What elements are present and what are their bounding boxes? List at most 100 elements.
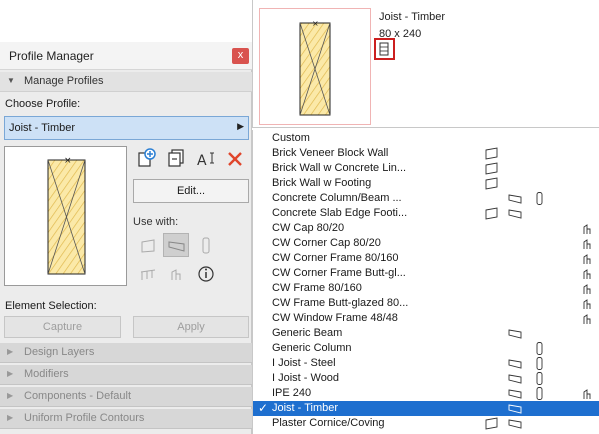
- profile-name: CW Corner Cap 80/20: [272, 237, 381, 249]
- beam-icon: [508, 417, 522, 430]
- curtain-wall-icon: [171, 269, 181, 280]
- profile-name: Brick Wall w Concrete Lin...: [272, 162, 407, 174]
- profile-list-item[interactable]: Plaster Cornice/Coving: [253, 416, 599, 431]
- profile-list-item[interactable]: IPE 240: [253, 386, 599, 401]
- profile-name: Brick Wall w Footing: [272, 177, 372, 189]
- popup-profile-name: Joist - Timber: [379, 11, 446, 23]
- profile-list-item[interactable]: Generic Column: [253, 341, 599, 356]
- profile-list-item[interactable]: CW Corner Frame Butt-gl...: [253, 266, 599, 281]
- profile-list-item[interactable]: ✓ Joist - Timber: [253, 401, 599, 416]
- profile-name: Plaster Cornice/Coving: [272, 417, 385, 429]
- profile-list-item[interactable]: Generic Beam: [253, 326, 599, 341]
- column-icon: [533, 387, 547, 400]
- checkmark-icon: ✓: [258, 401, 269, 415]
- new-profile-icon[interactable]: [136, 148, 156, 168]
- beam-icon: [168, 241, 185, 252]
- use-with-wall-toggle[interactable]: [135, 234, 161, 258]
- beam-icon: [508, 357, 522, 370]
- profile-type-indicator: [374, 38, 395, 60]
- profile-name: Concrete Slab Edge Footi...: [272, 207, 408, 219]
- beam-icon: [508, 372, 522, 385]
- beam-icon: [508, 387, 522, 400]
- curtain-icon: [580, 237, 594, 250]
- wall-icon: [141, 239, 155, 253]
- modifiers-header[interactable]: ▶ Modifiers: [0, 365, 252, 385]
- profile-list-item[interactable]: Brick Wall w Concrete Lin...: [253, 161, 599, 176]
- profile-list-item[interactable]: CW Corner Cap 80/20: [253, 236, 599, 251]
- profile-list-item[interactable]: CW Window Frame 48/48: [253, 311, 599, 326]
- beam-icon: [508, 192, 522, 205]
- curtain-icon: [580, 222, 594, 235]
- column-icon: [533, 192, 547, 205]
- design-layers-header[interactable]: ▶ Design Layers: [0, 343, 252, 363]
- profile-name: Custom: [272, 132, 310, 144]
- profile-list-item[interactable]: I Joist - Steel: [253, 356, 599, 371]
- beam-icon: [508, 327, 522, 340]
- profile-list-item[interactable]: CW Frame Butt-glazed 80...: [253, 296, 599, 311]
- profile-list-item[interactable]: Brick Wall w Footing: [253, 176, 599, 191]
- profile-select-value: Joist - Timber: [9, 122, 76, 134]
- duplicate-profile-icon[interactable]: [166, 148, 186, 168]
- triangle-right-icon: ▶: [7, 391, 14, 400]
- profile-list-item[interactable]: CW Frame 80/160: [253, 281, 599, 296]
- profile-list-item[interactable]: Custom: [253, 131, 599, 146]
- manage-profiles-header[interactable]: ▼ Manage Profiles: [0, 72, 252, 92]
- joist-preview-icon: ×: [299, 19, 331, 116]
- svg-text:×: ×: [64, 156, 72, 166]
- triangle-down-icon: ▼: [7, 76, 15, 85]
- profile-list-item[interactable]: I Joist - Wood: [253, 371, 599, 386]
- use-with-railing-toggle[interactable]: [135, 262, 161, 286]
- info-toggle[interactable]: [193, 262, 219, 286]
- curtain-icon: [580, 297, 594, 310]
- use-with-beam-toggle[interactable]: [163, 233, 189, 257]
- delete-profile-icon[interactable]: [225, 149, 245, 169]
- edit-button[interactable]: Edit...: [133, 179, 249, 203]
- railing-icon: [140, 269, 156, 280]
- element-selection-label: Element Selection:: [5, 300, 97, 312]
- profile-list-item[interactable]: Brick Veneer Block Wall: [253, 146, 599, 161]
- profile-select[interactable]: Joist - Timber ▶: [4, 116, 249, 140]
- svg-text:A: A: [197, 153, 207, 169]
- profile-list-item[interactable]: CW Cap 80/20: [253, 221, 599, 236]
- column-icon: [202, 237, 210, 254]
- wall-icon: [485, 177, 499, 190]
- profile-list-item[interactable]: CW Corner Frame 80/160: [253, 251, 599, 266]
- close-icon[interactable]: x: [232, 48, 249, 64]
- wall-icon: [485, 207, 499, 220]
- wall-icon: [485, 147, 499, 160]
- section-label: Uniform Profile Contours: [24, 412, 145, 424]
- profile-name: CW Corner Frame 80/160: [272, 252, 399, 264]
- palette-title-bar[interactable]: Profile Manager x: [0, 42, 252, 70]
- palette-title: Profile Manager: [9, 49, 94, 63]
- uniform-profile-contours-header[interactable]: ▶ Uniform Profile Contours: [0, 409, 252, 429]
- triangle-right-icon: ▶: [7, 369, 14, 378]
- profile-list-item[interactable]: Concrete Slab Edge Footi...: [253, 206, 599, 221]
- use-with-column-toggle[interactable]: [193, 234, 219, 258]
- profile-list-item[interactable]: Concrete Column/Beam ...: [253, 191, 599, 206]
- popup-profile-preview: ×: [259, 8, 371, 125]
- beam-column-icon: [379, 42, 389, 56]
- profile-name: IPE 240: [272, 387, 312, 399]
- profile-name: I Joist - Steel: [272, 357, 336, 369]
- curtain-icon: [580, 282, 594, 295]
- profile-preview-popup: × Joist - Timber 80 x 240: [252, 0, 599, 128]
- profile-name: Brick Veneer Block Wall: [272, 147, 389, 159]
- profile-name: Generic Beam: [272, 327, 343, 339]
- column-icon: [533, 342, 547, 355]
- capture-button[interactable]: Capture: [4, 316, 121, 338]
- profile-name: CW Corner Frame Butt-gl...: [272, 267, 406, 279]
- curtain-icon: [580, 312, 594, 325]
- profile-name: CW Frame 80/160: [272, 282, 362, 294]
- joist-preview-icon: ×: [47, 156, 86, 275]
- curtain-icon: [580, 252, 594, 265]
- profile-name: CW Window Frame 48/48: [272, 312, 398, 324]
- section-label: Modifiers: [24, 368, 69, 380]
- curtain-icon: [580, 387, 594, 400]
- wall-icon: [485, 162, 499, 175]
- column-icon: [533, 357, 547, 370]
- apply-button[interactable]: Apply: [133, 316, 249, 338]
- triangle-right-icon: ▶: [7, 413, 14, 422]
- use-with-curtain-wall-toggle[interactable]: [163, 262, 189, 286]
- components-header[interactable]: ▶ Components - Default: [0, 387, 252, 407]
- rename-profile-icon[interactable]: A: [196, 149, 216, 169]
